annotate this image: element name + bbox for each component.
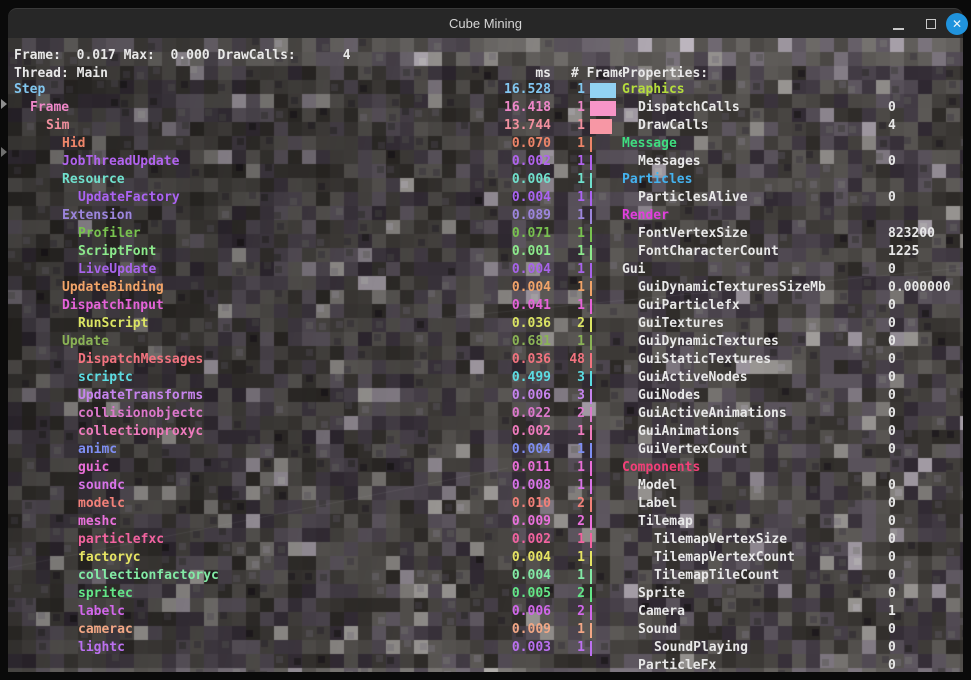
maximize-button[interactable] (918, 9, 944, 39)
game-viewport-shade (8, 38, 963, 672)
screen: Cube Mining ✕ Frame: 0.017 Max: 0.000 Dr… (0, 0, 971, 680)
maximize-icon (926, 19, 936, 29)
minimize-icon (893, 28, 904, 30)
window-title: Cube Mining (8, 9, 963, 39)
close-button[interactable]: ✕ (944, 9, 970, 39)
close-icon: ✕ (946, 13, 968, 35)
behind-window-artifact (1, 99, 7, 109)
behind-window-artifact (1, 147, 7, 157)
minimize-button[interactable] (886, 9, 912, 39)
window-titlebar[interactable]: Cube Mining ✕ (8, 8, 963, 39)
